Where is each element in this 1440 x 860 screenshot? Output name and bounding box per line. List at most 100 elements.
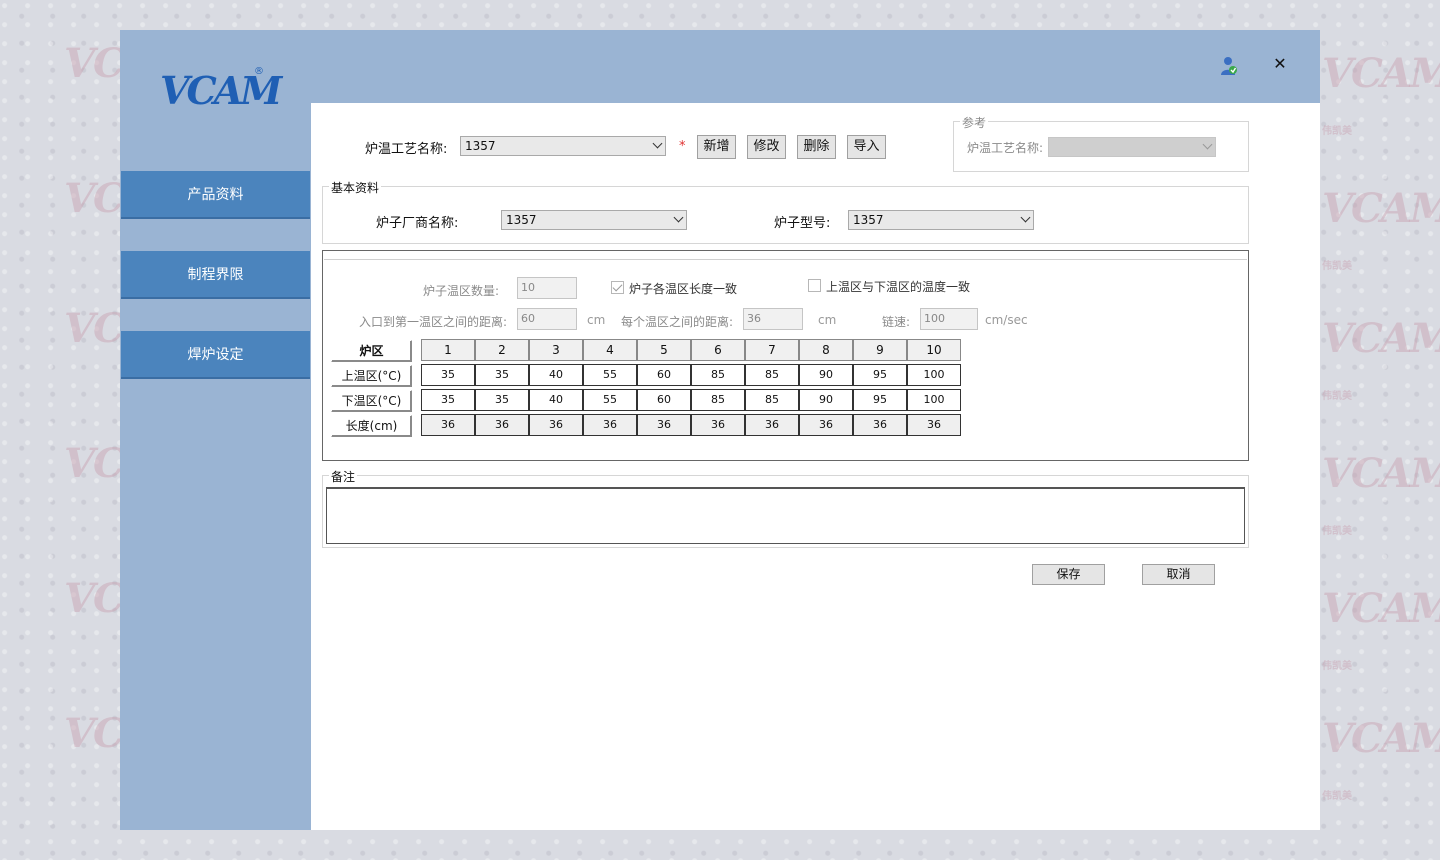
zone-distance-unit: cm bbox=[818, 313, 837, 327]
watermark: VCAM 伟凯美 bbox=[1322, 50, 1440, 137]
lower-temp-cell[interactable]: 60 bbox=[637, 389, 691, 411]
sidebar-item-product-info[interactable]: 产品资料 bbox=[121, 171, 310, 219]
zone-distance-label: 每个温区之间的距离: bbox=[621, 315, 734, 329]
sidebar-item-label: 制程界限 bbox=[187, 267, 244, 283]
sidebar-item-label: 产品资料 bbox=[187, 187, 244, 203]
lower-temp-cell[interactable]: 90 bbox=[799, 389, 853, 411]
delete-button[interactable]: 删除 bbox=[797, 135, 836, 159]
upper-temp-cell[interactable]: 95 bbox=[853, 364, 907, 386]
model-label: 炉子型号: bbox=[774, 216, 831, 231]
process-name-select[interactable]: 1357 bbox=[460, 136, 666, 156]
model-select[interactable]: 1357 bbox=[848, 210, 1034, 230]
length-cell[interactable]: 36 bbox=[421, 414, 475, 436]
basic-info-group: 基本资料 炉子厂商名称: 1357 炉子型号: 1357 bbox=[322, 179, 1249, 244]
length-cell[interactable]: 36 bbox=[691, 414, 745, 436]
lower-temp-cell[interactable]: 85 bbox=[745, 389, 799, 411]
vendor-select[interactable]: 1357 bbox=[501, 210, 687, 230]
row-header-zone: 炉区 bbox=[331, 340, 412, 362]
sidebar-item-process-limits[interactable]: 制程界限 bbox=[121, 251, 310, 299]
save-button[interactable]: 保存 bbox=[1032, 564, 1105, 585]
watermark: VCAM 伟凯美 bbox=[1322, 185, 1440, 272]
vendor-label: 炉子厂商名称: bbox=[376, 216, 459, 231]
zone-number-cell: 1 bbox=[421, 339, 475, 361]
length-cell[interactable]: 36 bbox=[907, 414, 961, 436]
row-header-length: 长度(cm) bbox=[331, 415, 412, 437]
upper-temp-cell[interactable]: 85 bbox=[745, 364, 799, 386]
same-length-checkbox[interactable] bbox=[611, 281, 624, 294]
same-temp-label: 上温区与下温区的温度一致 bbox=[826, 280, 971, 294]
required-mark: * bbox=[679, 139, 686, 154]
close-icon[interactable]: ✕ bbox=[1270, 54, 1290, 74]
vcam-logo: VCAM ® bbox=[160, 66, 282, 114]
lower-temp-cell[interactable]: 95 bbox=[853, 389, 907, 411]
vendor-value: 1357 bbox=[506, 213, 537, 227]
zones-divider bbox=[324, 259, 1247, 260]
process-name-value: 1357 bbox=[465, 139, 496, 153]
length-cell[interactable]: 36 bbox=[745, 414, 799, 436]
upper-temp-cell[interactable]: 100 bbox=[907, 364, 961, 386]
upper-temp-cell[interactable]: 85 bbox=[691, 364, 745, 386]
upper-temp-cell[interactable]: 60 bbox=[637, 364, 691, 386]
upper-temp-cell[interactable]: 90 bbox=[799, 364, 853, 386]
sidebar-item-oven-settings[interactable]: 焊炉设定 bbox=[121, 331, 310, 379]
cancel-button[interactable]: 取消 bbox=[1142, 564, 1215, 585]
edit-button[interactable]: 修改 bbox=[747, 135, 786, 159]
notes-group: 备注 bbox=[322, 468, 1249, 548]
chevron-down-icon bbox=[1202, 139, 1213, 150]
notes-textarea[interactable] bbox=[326, 487, 1245, 544]
entry-distance-label: 入口到第一温区之间的距离: bbox=[359, 315, 508, 329]
upper-temp-cell[interactable]: 35 bbox=[475, 364, 529, 386]
zone-number-cell: 4 bbox=[583, 339, 637, 361]
chain-speed-unit: cm/sec bbox=[985, 313, 1028, 327]
same-temp-checkbox[interactable] bbox=[808, 279, 821, 292]
same-length-label: 炉子各温区长度一致 bbox=[629, 282, 738, 296]
import-button[interactable]: 导入 bbox=[847, 135, 886, 159]
zone-number-cell: 10 bbox=[907, 339, 961, 361]
upper-temp-cell[interactable]: 35 bbox=[421, 364, 475, 386]
zone-count-input[interactable]: 10 bbox=[517, 277, 577, 299]
watermark: VCAM 伟凯美 bbox=[1322, 315, 1440, 402]
length-cell[interactable]: 36 bbox=[475, 414, 529, 436]
lower-temp-cell[interactable]: 35 bbox=[475, 389, 529, 411]
zone-number-cell: 9 bbox=[853, 339, 907, 361]
notes-legend: 备注 bbox=[329, 468, 358, 485]
upper-temp-cell[interactable]: 55 bbox=[583, 364, 637, 386]
lower-temp-cell[interactable]: 100 bbox=[907, 389, 961, 411]
row-header-upper: 上温区(°C) bbox=[331, 365, 412, 387]
length-cell[interactable]: 36 bbox=[799, 414, 853, 436]
zone-number-cell: 6 bbox=[691, 339, 745, 361]
length-cell[interactable]: 36 bbox=[853, 414, 907, 436]
logo-text: VCAM bbox=[160, 68, 282, 113]
length-cell[interactable]: 36 bbox=[583, 414, 637, 436]
zone-number-cell: 3 bbox=[529, 339, 583, 361]
length-cell[interactable]: 36 bbox=[637, 414, 691, 436]
zone-number-cell: 5 bbox=[637, 339, 691, 361]
basic-info-legend: 基本资料 bbox=[329, 179, 382, 196]
chain-speed-label: 链速: bbox=[882, 315, 911, 329]
model-value: 1357 bbox=[853, 213, 884, 227]
upper-temp-cell[interactable]: 40 bbox=[529, 364, 583, 386]
length-cell[interactable]: 36 bbox=[529, 414, 583, 436]
reference-process-label: 炉温工艺名称: bbox=[967, 141, 1044, 155]
add-button[interactable]: 新增 bbox=[697, 135, 736, 159]
chain-speed-input[interactable]: 100 bbox=[920, 308, 978, 330]
app-window: VCAM ® ✕ 产品资料 制程界限 焊炉设定 炉温工艺名称: 1357 * 新… bbox=[120, 30, 1320, 830]
user-icon[interactable] bbox=[1220, 56, 1238, 76]
chevron-down-icon bbox=[673, 212, 684, 223]
lower-temp-cell[interactable]: 40 bbox=[529, 389, 583, 411]
reference-group: 参考 炉温工艺名称: bbox=[953, 114, 1249, 172]
reference-process-select[interactable] bbox=[1048, 137, 1216, 157]
main-content: 炉温工艺名称: 1357 * 新增 修改 删除 导入 参考 炉温工艺名称: 基本… bbox=[311, 103, 1320, 830]
lower-temp-cell[interactable]: 55 bbox=[583, 389, 637, 411]
lower-temp-cell[interactable]: 35 bbox=[421, 389, 475, 411]
zone-number-cell: 7 bbox=[745, 339, 799, 361]
zone-distance-input[interactable]: 36 bbox=[743, 308, 803, 330]
zone-number-cell: 8 bbox=[799, 339, 853, 361]
zone-count-label: 炉子温区数量: bbox=[423, 284, 500, 298]
process-name-label: 炉温工艺名称: bbox=[365, 142, 448, 157]
chevron-down-icon bbox=[1020, 212, 1031, 223]
row-header-lower: 下温区(°C) bbox=[331, 390, 412, 412]
chevron-down-icon bbox=[652, 138, 663, 149]
lower-temp-cell[interactable]: 85 bbox=[691, 389, 745, 411]
entry-distance-input[interactable]: 60 bbox=[517, 308, 577, 330]
